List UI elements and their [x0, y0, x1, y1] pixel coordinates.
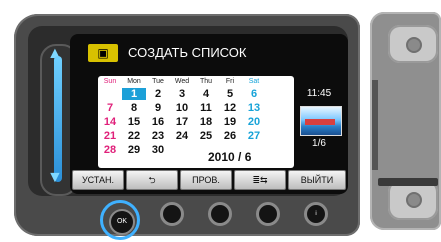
weekday-mon: Mon	[127, 78, 141, 85]
thumbnail-image	[305, 119, 335, 125]
title-bar: ▣ СОЗДАТЬ СПИСОК	[70, 42, 348, 64]
calendar-day[interactable]: 11	[194, 102, 218, 114]
calendar-day[interactable]: 18	[194, 116, 218, 128]
slider-track	[54, 56, 62, 182]
weekday-thu: Thu	[199, 78, 213, 85]
slider-down-arrow-icon: ▼	[47, 169, 63, 186]
calendar-day[interactable]: 13	[242, 102, 266, 114]
camera-body: ▲ ▼ ▣ СОЗДАТЬ СПИСОК Sun Mon Tue Wed Thu…	[0, 0, 372, 240]
weekday-sat: Sat	[248, 78, 260, 85]
calendar-day[interactable]: 6	[242, 88, 266, 100]
view-button[interactable]: ПРОВ.	[180, 170, 232, 190]
softkey-row: УСТАН. ⮌ ПРОВ. ≣⇆ ВЫЙТИ	[70, 170, 348, 190]
calendar-day[interactable]: 10	[170, 102, 194, 114]
calendar-day[interactable]: 5	[218, 88, 242, 100]
calendar-day[interactable]: 12	[218, 102, 242, 114]
screen-title: СОЗДАТЬ СПИСОК	[128, 45, 247, 60]
hinge-top	[388, 25, 438, 63]
calendar-day[interactable]: 15	[122, 116, 146, 128]
hardware-button-4[interactable]	[256, 202, 280, 226]
layout-button[interactable]: ≣⇆	[234, 170, 286, 190]
weekday-tue: Tue	[152, 78, 164, 85]
time-label: 11:45	[306, 88, 332, 99]
calendar-day[interactable]: 16	[146, 116, 170, 128]
calendar-day[interactable]: 28	[98, 144, 122, 156]
calendar-day[interactable]: 25	[194, 130, 218, 142]
calendar-day[interactable]: 26	[218, 130, 242, 142]
hardware-button-3[interactable]	[208, 202, 232, 226]
thumbnail-preview[interactable]	[300, 106, 342, 136]
ok-button[interactable]: OK	[100, 200, 140, 240]
hinge-bar	[372, 80, 378, 170]
calendar-day[interactable]: 27	[242, 130, 266, 142]
calendar-day[interactable]: 19	[218, 116, 242, 128]
calendar-day[interactable]: 20	[242, 116, 266, 128]
hinge-bottom	[388, 180, 438, 220]
exit-button[interactable]: ВЫЙТИ	[288, 170, 346, 190]
calendar-day-selected[interactable]: 1	[122, 88, 146, 100]
movie-camera-icon: ▣	[88, 44, 118, 62]
calendar-day[interactable]: 17	[170, 116, 194, 128]
calendar-day[interactable]: 30	[146, 144, 170, 156]
calendar-day[interactable]: 22	[122, 130, 146, 142]
ok-label: OK	[109, 209, 135, 235]
calendar: Sun Mon Tue Wed Thu Fri Sat 1 2 3 4 5 6 …	[98, 76, 294, 168]
calendar-day[interactable]: 8	[122, 102, 146, 114]
month-year-label: 2010 / 6	[208, 150, 252, 164]
hardware-button-2[interactable]	[160, 202, 184, 226]
info-button[interactable]: i	[304, 202, 328, 226]
calendar-day[interactable]: 4	[194, 88, 218, 100]
hinge-slot	[378, 178, 438, 186]
info-label: i	[315, 211, 317, 217]
set-button[interactable]: УСТАН.	[72, 170, 124, 190]
lcd-screen: ▣ СОЗДАТЬ СПИСОК Sun Mon Tue Wed Thu Fri…	[70, 34, 348, 194]
page-indicator: 1/6	[312, 138, 326, 149]
calendar-day[interactable]: 29	[122, 144, 146, 156]
calendar-day[interactable]: 9	[146, 102, 170, 114]
calendar-day[interactable]: 14	[98, 116, 122, 128]
screw-icon	[406, 37, 422, 53]
calendar-day[interactable]: 7	[98, 102, 122, 114]
back-button[interactable]: ⮌	[126, 170, 178, 190]
calendar-day[interactable]: 2	[146, 88, 170, 100]
weekday-wed: Wed	[174, 78, 190, 85]
calendar-day[interactable]: 23	[146, 130, 170, 142]
calendar-day[interactable]: 21	[98, 130, 122, 142]
calendar-day[interactable]: 24	[170, 130, 194, 142]
calendar-day[interactable]: 3	[170, 88, 194, 100]
weekday-fri: Fri	[225, 78, 235, 85]
weekday-sun: Sun	[103, 78, 117, 85]
screw-icon	[406, 192, 422, 208]
